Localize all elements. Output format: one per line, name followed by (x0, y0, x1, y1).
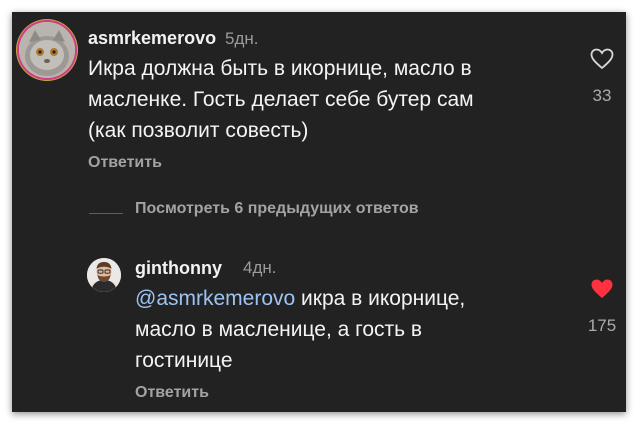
mention-link[interactable]: @asmrkemerovo (135, 287, 295, 310)
view-previous-replies-button[interactable]: Посмотреть 6 предыдущих ответов (135, 200, 419, 218)
replies-divider (89, 213, 123, 214)
reply-username[interactable]: ginthonny (135, 258, 222, 279)
heart-filled-icon[interactable] (590, 278, 614, 300)
reply-button[interactable]: Ответить (135, 384, 209, 402)
cat-avatar-icon (19, 22, 75, 78)
like-count: 33 (592, 86, 612, 105)
comment-timestamp: 5дн. (225, 29, 259, 48)
comment-username[interactable]: asmrkemerovo (88, 28, 216, 49)
avatar-cat[interactable] (19, 22, 75, 78)
like-count: 175 (587, 316, 617, 335)
man-avatar-icon (87, 258, 121, 292)
reply-text: @asmrkemerovo икра в икорнице, масло в м… (135, 283, 465, 376)
reply-button[interactable]: Ответить (88, 154, 162, 172)
comments-panel: asmrkemerovo 5дн. Икра должна быть в ико… (12, 12, 626, 412)
heart-outline-icon[interactable] (590, 48, 614, 70)
comment-text: Икра должна быть в икорнице, масло в мас… (88, 57, 474, 142)
avatar-man[interactable] (87, 258, 121, 292)
reply-timestamp: 4дн. (243, 258, 277, 277)
